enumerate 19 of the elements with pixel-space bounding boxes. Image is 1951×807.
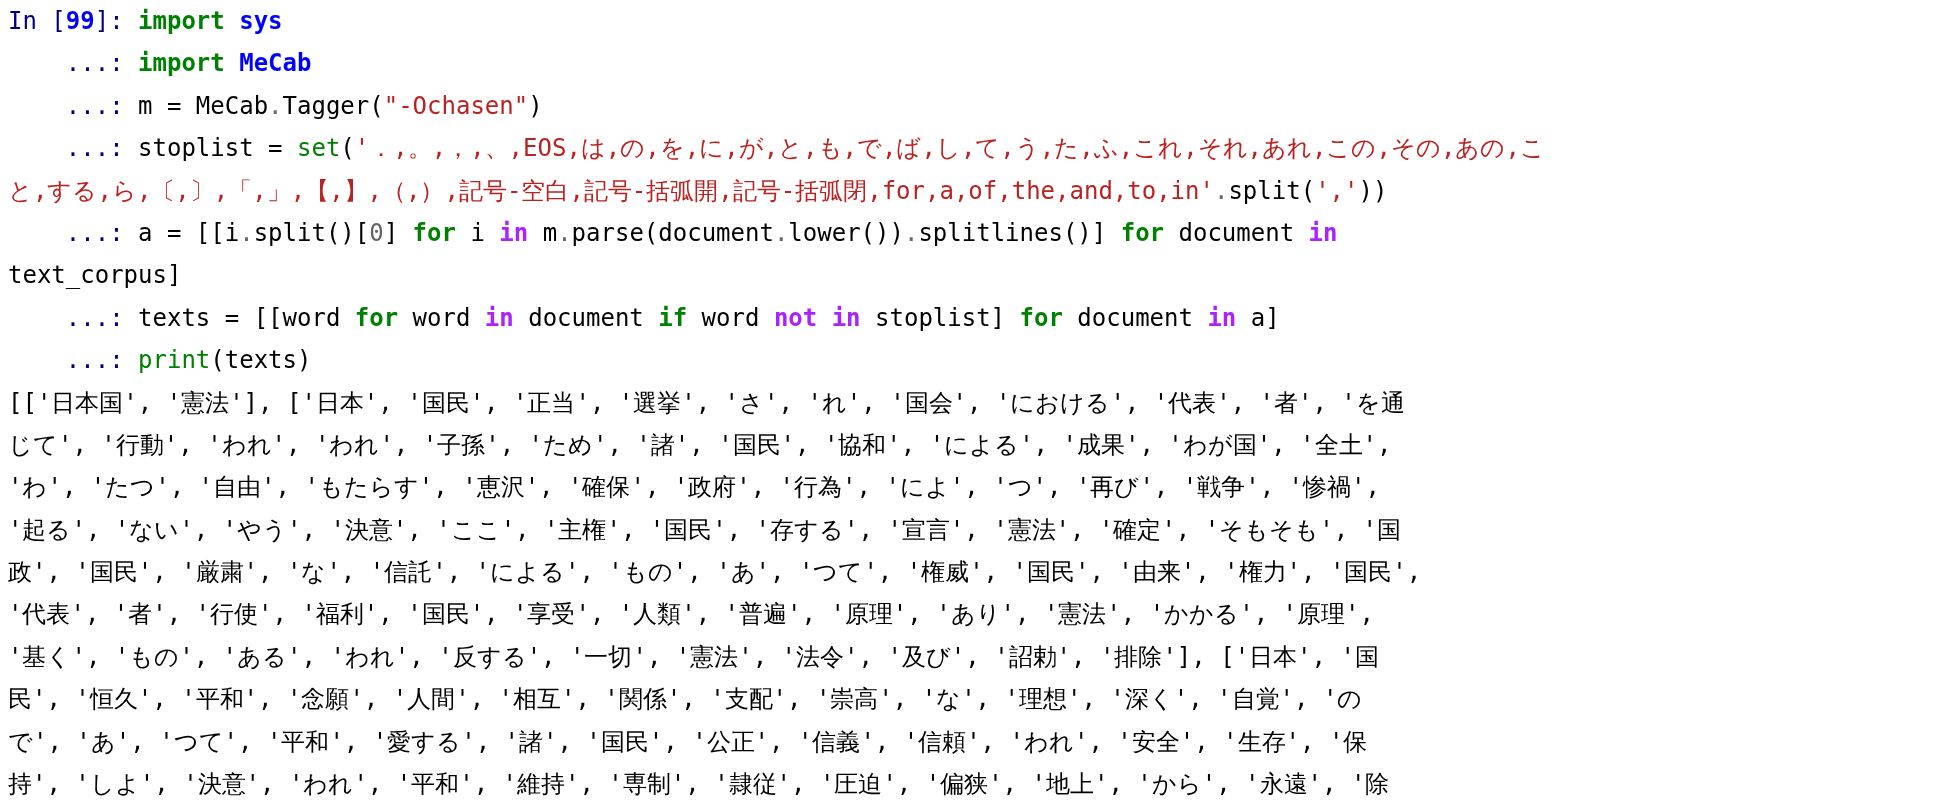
code-line: ...: m = MeCab.Tagger("-Ochasen") [64,90,543,122]
code-line: ...: texts = [[word for word in document if word not in stoplist] for document in a] [64,302,1280,334]
code-line: ...: print(texts) [64,345,312,377]
output-line: [['日本国', '憲法'], ['日本', '国民', '正当', '選挙', 'さ', 'れ', '国会', 'における', '代表', '者', 'を通 [8,387,1405,419]
output-line: 政', '国民', '厳粛', 'な', '信託', 'による', 'もの', 'あ', 'つて', '権威', '国民', '由来', '権力', '国民', [8,557,1422,589]
code-line: In [99]: import sys [8,6,283,37]
output-line: じて', '行動', 'われ', 'われ', '子孫', 'ため', '諸', '国民', '協和', 'による', '成果', 'わが国', '全土', [8,429,1392,461]
output-line: '代表', '者', '行使', '福利', '国民', '享受', '人類', '普遍', '原理', 'あり', '憲法', 'かかる', '原理', [8,599,1374,631]
output-line: で', 'あ', 'つて', '平和', '愛する', '諸', '国民', '公正', '信義', '信頼', 'われ', '安全', '生存', '保 [8,726,1368,758]
code-line: ...: stoplist = set('．,。,，,、,EOS,は,の,を,に,が,と,も,で,ば,し,て,う,た,ふ,これ,それ,あれ,この,その,あの,こ [64,133,1545,165]
output-line: 'わ', 'たつ', '自由', 'もたらす', '恵沢', '確保', '政府', '行為', 'によ', 'つ', '再び', '戦争', '惨禍', [8,472,1380,504]
code-line: ...: a = [[i.split()[0] for i in m.parse(document.lower()).splitlines()] for document in [64,217,1338,249]
code-line: と,する,ら,〔,〕,「,」,【,】,（,）,記号-空白,記号-括弧開,記号-括弧閉,for,a,of,the,and,to,in'.split(',')) [8,175,1388,207]
output-line: '起る', 'ない', 'やう', '決意', 'ここ', '主権', '国民', '存する', '宣言', '憲法', '確定', 'そもそも', '国 [8,514,1401,546]
output-line: '基く', 'もの', 'ある', 'われ', '反する', '一切', '憲法', '法令', '及び', '詔勅', '排除'], ['日本', '国 [8,641,1379,673]
output-line: 民', '恒久', '平和', '念願', '人間', '相互', '関係', '支配', '崇高', 'な', '理想', '深く', '自覚', 'の [8,684,1363,716]
code-line: ...: import MeCab [64,48,312,80]
code-line: text_corpus] [8,260,182,292]
output-line: 持', 'しよ', '決意', 'われ', '平和', '維持', '専制', '隷従', '圧迫', '偏狭', '地上', 'から', '永遠', '除 [8,769,1390,801]
